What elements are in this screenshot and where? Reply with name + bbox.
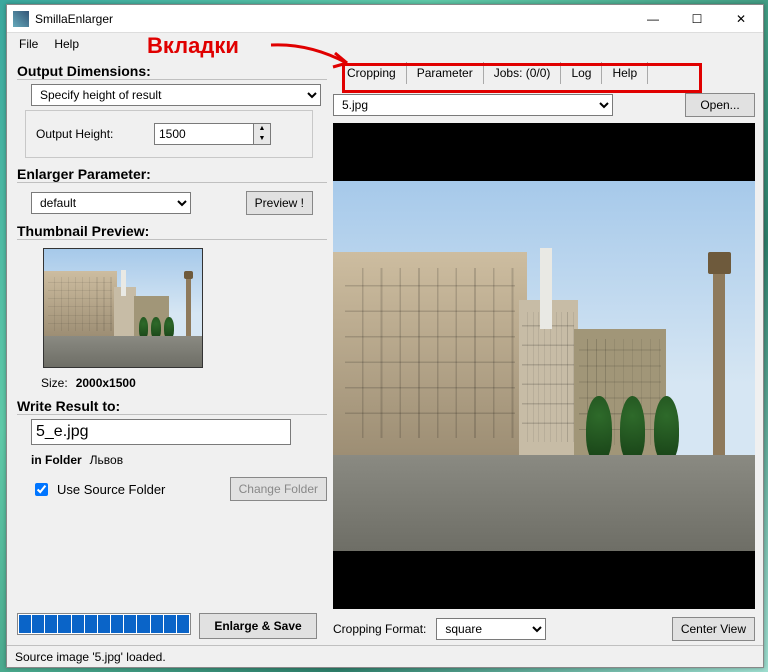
folder-name: Львов (90, 453, 123, 467)
status-bar: Source image '5.jpg' loaded. (7, 645, 763, 667)
right-panel: Cropping Parameter Jobs: (0/0) Log Help … (333, 59, 755, 645)
output-height-stepper[interactable]: ▲▼ (154, 123, 271, 145)
close-button[interactable]: ✕ (719, 5, 763, 33)
enlarger-parameter-heading: Enlarger Parameter: (17, 166, 327, 183)
preview-button[interactable]: Preview ! (246, 191, 313, 215)
change-folder-button: Change Folder (230, 477, 327, 501)
cropping-format-select[interactable]: square (436, 618, 546, 640)
app-icon (13, 11, 29, 27)
spin-up-icon[interactable]: ▲ (254, 124, 270, 134)
status-text: Source image '5.jpg' loaded. (15, 650, 166, 664)
dimension-mode-select[interactable]: Specify height of result (31, 84, 321, 106)
center-view-button[interactable]: Center View (672, 617, 755, 641)
window-title: SmillaEnlarger (35, 12, 631, 26)
size-label: Size: (41, 376, 68, 390)
output-height-group: Output Height: ▲▼ (25, 110, 313, 158)
app-window: SmillaEnlarger — ☐ ✕ File Help Output Di… (6, 4, 764, 668)
thumbnail-preview-heading: Thumbnail Preview: (17, 223, 327, 240)
menu-file[interactable]: File (11, 37, 46, 51)
titlebar: SmillaEnlarger — ☐ ✕ (7, 5, 763, 33)
tab-cropping[interactable]: Cropping (337, 62, 407, 84)
tab-help[interactable]: Help (602, 62, 648, 84)
file-select[interactable]: 5.jpg (333, 94, 613, 116)
output-height-input[interactable] (154, 123, 254, 145)
minimize-button[interactable]: — (631, 5, 675, 33)
preview-area[interactable] (333, 123, 755, 609)
use-source-folder-label: Use Source Folder (57, 482, 165, 497)
enlarge-save-button[interactable]: Enlarge & Save (199, 613, 317, 639)
tab-log[interactable]: Log (561, 62, 602, 84)
thumbnail-image (43, 248, 203, 368)
output-height-label: Output Height: (36, 127, 146, 141)
left-panel: Output Dimensions: Specify height of res… (17, 59, 327, 645)
menubar: File Help (7, 33, 763, 55)
output-filename-input[interactable] (31, 419, 291, 445)
parameter-preset-select[interactable]: default (31, 192, 191, 214)
size-value: 2000x1500 (76, 376, 136, 390)
cropping-format-label: Cropping Format: (333, 622, 426, 636)
open-button[interactable]: Open... (685, 93, 755, 117)
tab-parameter[interactable]: Parameter (407, 62, 484, 84)
output-dimensions-heading: Output Dimensions: (17, 63, 327, 80)
menu-help[interactable]: Help (46, 37, 87, 51)
maximize-button[interactable]: ☐ (675, 5, 719, 33)
tab-jobs[interactable]: Jobs: (0/0) (484, 62, 562, 84)
in-folder-label: in Folder (31, 453, 82, 467)
progress-bar (17, 613, 191, 635)
use-source-folder-checkbox[interactable] (35, 483, 48, 496)
tab-bar: Cropping Parameter Jobs: (0/0) Log Help (333, 59, 755, 87)
write-result-heading: Write Result to: (17, 398, 327, 415)
spin-down-icon[interactable]: ▼ (254, 134, 270, 144)
